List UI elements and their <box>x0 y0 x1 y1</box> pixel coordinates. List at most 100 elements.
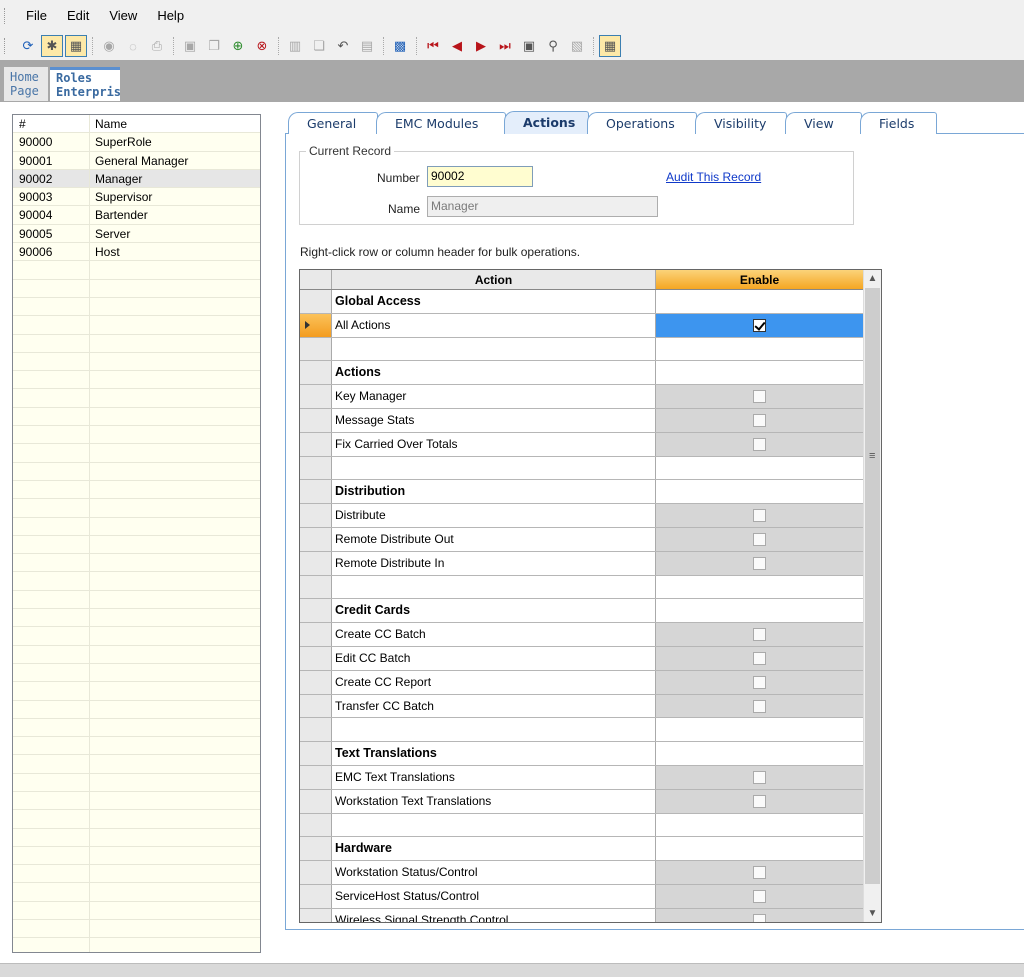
row-selector[interactable] <box>300 361 332 385</box>
row-enable-cell[interactable] <box>656 527 863 551</box>
row-selector[interactable] <box>300 432 332 456</box>
grid-blank-row[interactable] <box>300 337 863 362</box>
grid-row[interactable]: Remote Distribute Out <box>300 527 863 552</box>
table-view-icon[interactable]: ▩ <box>389 35 411 57</box>
enable-checkbox[interactable] <box>753 913 766 922</box>
column-header-name[interactable]: Name <box>90 115 260 132</box>
row-enable-cell[interactable] <box>656 670 863 694</box>
row-selector[interactable] <box>300 551 332 575</box>
row-selector[interactable] <box>300 813 332 837</box>
row-enable-cell[interactable] <box>656 789 863 813</box>
enable-checkbox[interactable] <box>753 413 766 427</box>
scroll-up-arrow-icon[interactable]: ▲ <box>864 270 881 287</box>
list-item[interactable]: 90001 General Manager <box>13 151 260 170</box>
row-selector[interactable] <box>300 623 332 646</box>
list-item[interactable] <box>13 791 260 811</box>
tab-actions[interactable]: Actions <box>504 111 589 134</box>
grid-row[interactable]: EMC Text Translations <box>300 765 863 790</box>
enable-checkbox[interactable] <box>753 509 766 523</box>
list-item[interactable] <box>13 352 260 372</box>
enable-checkbox[interactable] <box>753 532 766 546</box>
list-item[interactable] <box>13 682 260 701</box>
doc-tab-roles[interactable]: Roles Enterpris <box>50 67 121 101</box>
copy-icon[interactable]: ❏ <box>308 35 330 57</box>
grid-group-row[interactable]: Global Access <box>300 290 863 314</box>
list-item[interactable] <box>13 810 260 829</box>
list-item[interactable]: 90000 SuperRole <box>13 133 260 152</box>
previous-record-icon[interactable]: ◀ <box>446 35 468 57</box>
list-item[interactable] <box>13 334 260 353</box>
row-selector[interactable] <box>300 599 332 623</box>
first-record-icon[interactable]: ⏮ <box>422 35 444 57</box>
grid-row[interactable]: All Actions <box>300 313 863 338</box>
list-item[interactable] <box>13 517 260 536</box>
delete-record-icon[interactable]: ⊗ <box>251 35 273 57</box>
row-selector[interactable] <box>300 884 332 908</box>
row-enable-cell[interactable] <box>656 623 863 646</box>
enable-checkbox[interactable] <box>753 794 766 808</box>
list-item[interactable] <box>13 499 260 518</box>
distribute-icon[interactable]: ▥ <box>284 35 306 57</box>
row-enable-cell[interactable] <box>656 908 863 922</box>
list-item[interactable] <box>13 279 260 298</box>
list-item[interactable] <box>13 389 260 408</box>
row-selector[interactable] <box>300 480 332 504</box>
list-item[interactable] <box>13 663 260 683</box>
list-item[interactable]: 90006 Host <box>13 243 260 262</box>
grid-blank-row[interactable] <box>300 575 863 600</box>
list-item[interactable] <box>13 609 260 628</box>
list-item[interactable] <box>13 773 260 792</box>
number-field[interactable]: 90002 <box>427 166 533 187</box>
grid-row[interactable]: Workstation Status/Control <box>300 861 863 885</box>
enable-checkbox[interactable] <box>753 390 766 404</box>
list-item[interactable] <box>13 316 260 335</box>
save-all-icon[interactable]: ❐ <box>203 35 225 57</box>
grid-group-row[interactable]: Credit Cards <box>300 599 863 624</box>
grid-row[interactable]: Key Manager <box>300 385 863 409</box>
menu-edit[interactable]: Edit <box>57 0 99 32</box>
list-item[interactable] <box>13 426 260 445</box>
list-item[interactable] <box>13 901 260 921</box>
grid-row[interactable]: Workstation Text Translations <box>300 789 863 814</box>
list-item[interactable] <box>13 444 260 463</box>
row-selector[interactable] <box>300 670 332 694</box>
enable-checkbox[interactable] <box>753 770 766 784</box>
enable-checkbox[interactable] <box>753 556 766 570</box>
row-enable-cell[interactable] <box>656 313 863 337</box>
form-icon[interactable]: ▧ <box>566 35 588 57</box>
row-selector[interactable] <box>300 908 332 922</box>
row-enable-cell[interactable] <box>656 861 863 884</box>
list-item[interactable] <box>13 261 260 280</box>
enable-checkbox[interactable] <box>753 651 766 665</box>
grid-view-icon[interactable]: ▦ <box>599 35 621 57</box>
row-selector[interactable] <box>300 718 332 742</box>
grid-group-row[interactable]: Text Translations <box>300 742 863 766</box>
doc-tab-home-page[interactable]: Home Page <box>4 67 48 101</box>
tab-visibility[interactable]: Visibility <box>695 112 787 134</box>
row-enable-cell[interactable] <box>656 646 863 670</box>
grid-row[interactable]: Message Stats <box>300 408 863 433</box>
row-selector[interactable] <box>300 765 332 789</box>
row-selector[interactable] <box>300 837 332 861</box>
list-item[interactable] <box>13 371 260 390</box>
list-item[interactable] <box>13 846 260 866</box>
tab-view[interactable]: View <box>785 112 862 134</box>
record-list[interactable]: # Name 90000 SuperRole 90001 General Manage… <box>12 114 261 953</box>
grid-blank-row[interactable] <box>300 456 863 481</box>
row-enable-cell[interactable] <box>656 432 863 456</box>
list-item[interactable] <box>13 737 260 756</box>
row-selector[interactable] <box>300 290 332 313</box>
list-item[interactable] <box>13 407 260 427</box>
refresh-icon[interactable]: ⟳ <box>17 35 39 57</box>
row-enable-cell[interactable] <box>656 408 863 432</box>
list-item[interactable] <box>13 535 260 555</box>
save-icon[interactable]: ▣ <box>179 35 201 57</box>
scrollbar-thumb[interactable]: ≡ <box>865 288 880 884</box>
row-selector[interactable] <box>300 313 332 337</box>
print-icon[interactable]: ⎙ <box>146 35 168 57</box>
enable-checkbox[interactable] <box>753 675 766 689</box>
grid-row[interactable]: Edit CC Batch <box>300 646 863 671</box>
grid-group-row[interactable]: Hardware <box>300 837 863 862</box>
row-selector[interactable] <box>300 789 332 813</box>
list-item[interactable] <box>13 572 260 591</box>
